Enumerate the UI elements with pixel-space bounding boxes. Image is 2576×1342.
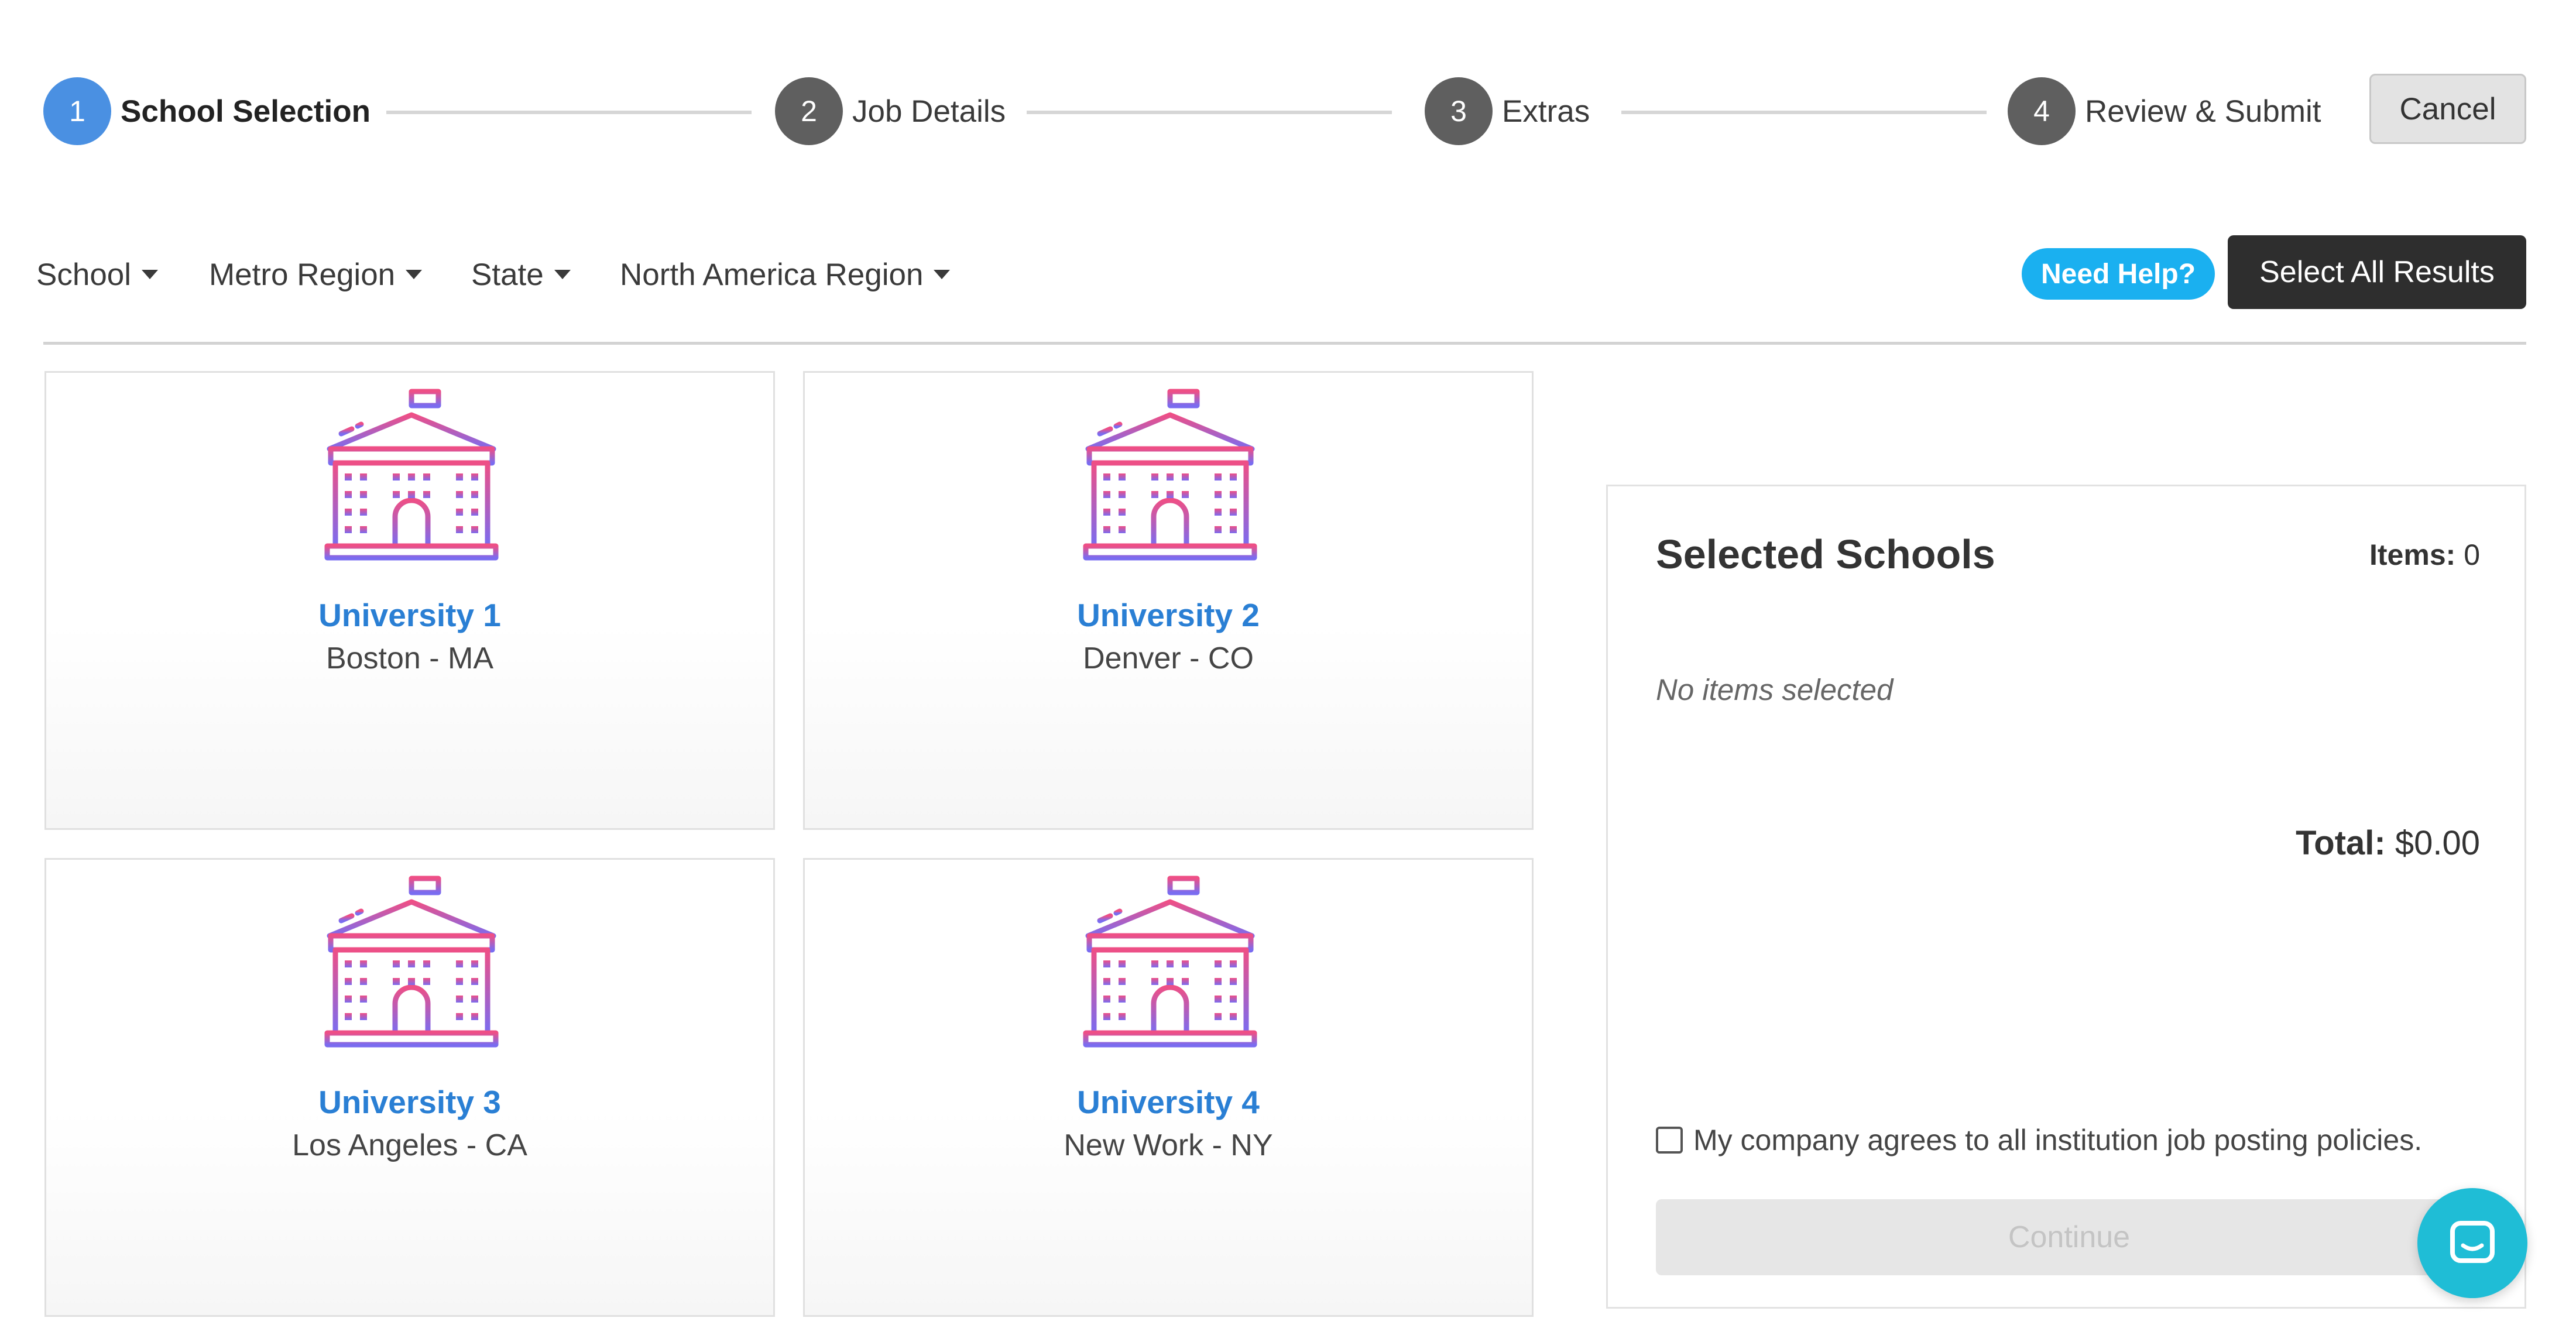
school-name-link[interactable]: University 2 (805, 596, 1532, 634)
policy-agreement[interactable]: My company agrees to all institution job… (1656, 1123, 2422, 1157)
step-number: 3 (1425, 77, 1493, 145)
school-location: Los Angeles - CA (292, 1128, 527, 1162)
selected-schools-panel: Selected Schools Items: 0 No items selec… (1606, 485, 2526, 1309)
school-card[interactable]: University 3 Los Angeles - CA (44, 858, 775, 1317)
step-number: 1 (43, 77, 111, 145)
chat-icon (2450, 1221, 2495, 1263)
filter-label: School (36, 257, 132, 292)
step-job-details[interactable]: 2 Job Details (775, 77, 1006, 145)
filter-north-america-region[interactable]: North America Region (620, 254, 951, 295)
caret-down-icon (142, 270, 159, 279)
filter-school[interactable]: School (36, 254, 159, 295)
policy-agreement-label: My company agrees to all institution job… (1693, 1124, 2423, 1156)
step-number: 4 (2008, 77, 2076, 145)
school-building-icon (318, 873, 505, 1060)
school-name-link[interactable]: University 1 (46, 596, 773, 634)
school-location: New Work - NY (1064, 1128, 1273, 1162)
step-school-selection[interactable]: 1 School Selection (43, 77, 371, 145)
filter-divider (43, 342, 2526, 345)
total-price: Total: $0.00 (2296, 823, 2480, 863)
chat-launcher-button[interactable] (2417, 1188, 2527, 1298)
policy-checkbox[interactable] (1656, 1127, 1683, 1154)
school-location: Denver - CO (1083, 641, 1254, 675)
step-label: Extras (1502, 94, 1590, 129)
filter-metro-region[interactable]: Metro Region (209, 254, 423, 295)
continue-button[interactable]: Continue (1656, 1199, 2482, 1275)
school-name-link[interactable]: University 3 (46, 1083, 773, 1121)
school-building-icon (1076, 386, 1264, 573)
school-building-icon (1076, 873, 1264, 1060)
caret-down-icon (406, 270, 423, 279)
caret-down-icon (934, 270, 951, 279)
school-name-link[interactable]: University 4 (805, 1083, 1532, 1121)
step-label: Review & Submit (2085, 94, 2321, 129)
step-connector (1621, 111, 1987, 114)
step-extras[interactable]: 3 Extras (1425, 77, 1590, 145)
step-label: School Selection (121, 94, 371, 129)
panel-title: Selected Schools (1656, 531, 1995, 577)
items-count: Items: 0 (2369, 538, 2480, 572)
items-value: 0 (2464, 538, 2480, 571)
school-card[interactable]: University 2 Denver - CO (803, 371, 1534, 830)
step-connector (1027, 111, 1392, 114)
need-help-button[interactable]: Need Help? (2022, 248, 2215, 300)
school-building-icon (318, 386, 505, 573)
total-value: $0.00 (2395, 824, 2480, 862)
select-all-results-button[interactable]: Select All Results (2228, 235, 2526, 309)
school-card[interactable]: University 4 New Work - NY (803, 858, 1534, 1317)
step-number: 2 (775, 77, 843, 145)
caret-down-icon (554, 270, 571, 279)
step-review-submit[interactable]: 4 Review & Submit (2008, 77, 2321, 145)
step-connector (386, 111, 752, 114)
cancel-button[interactable]: Cancel (2369, 74, 2526, 144)
empty-selection-text: No items selected (1656, 673, 1894, 706)
filter-label: North America Region (620, 257, 924, 292)
items-label: Items: (2369, 538, 2456, 571)
total-label: Total: (2296, 824, 2386, 862)
school-location: Boston - MA (325, 641, 494, 675)
school-card[interactable]: University 1 Boston - MA (44, 371, 775, 830)
step-label: Job Details (852, 94, 1006, 129)
filter-state[interactable]: State (471, 254, 571, 295)
filter-label: State (471, 257, 544, 292)
filter-label: Metro Region (209, 257, 396, 292)
